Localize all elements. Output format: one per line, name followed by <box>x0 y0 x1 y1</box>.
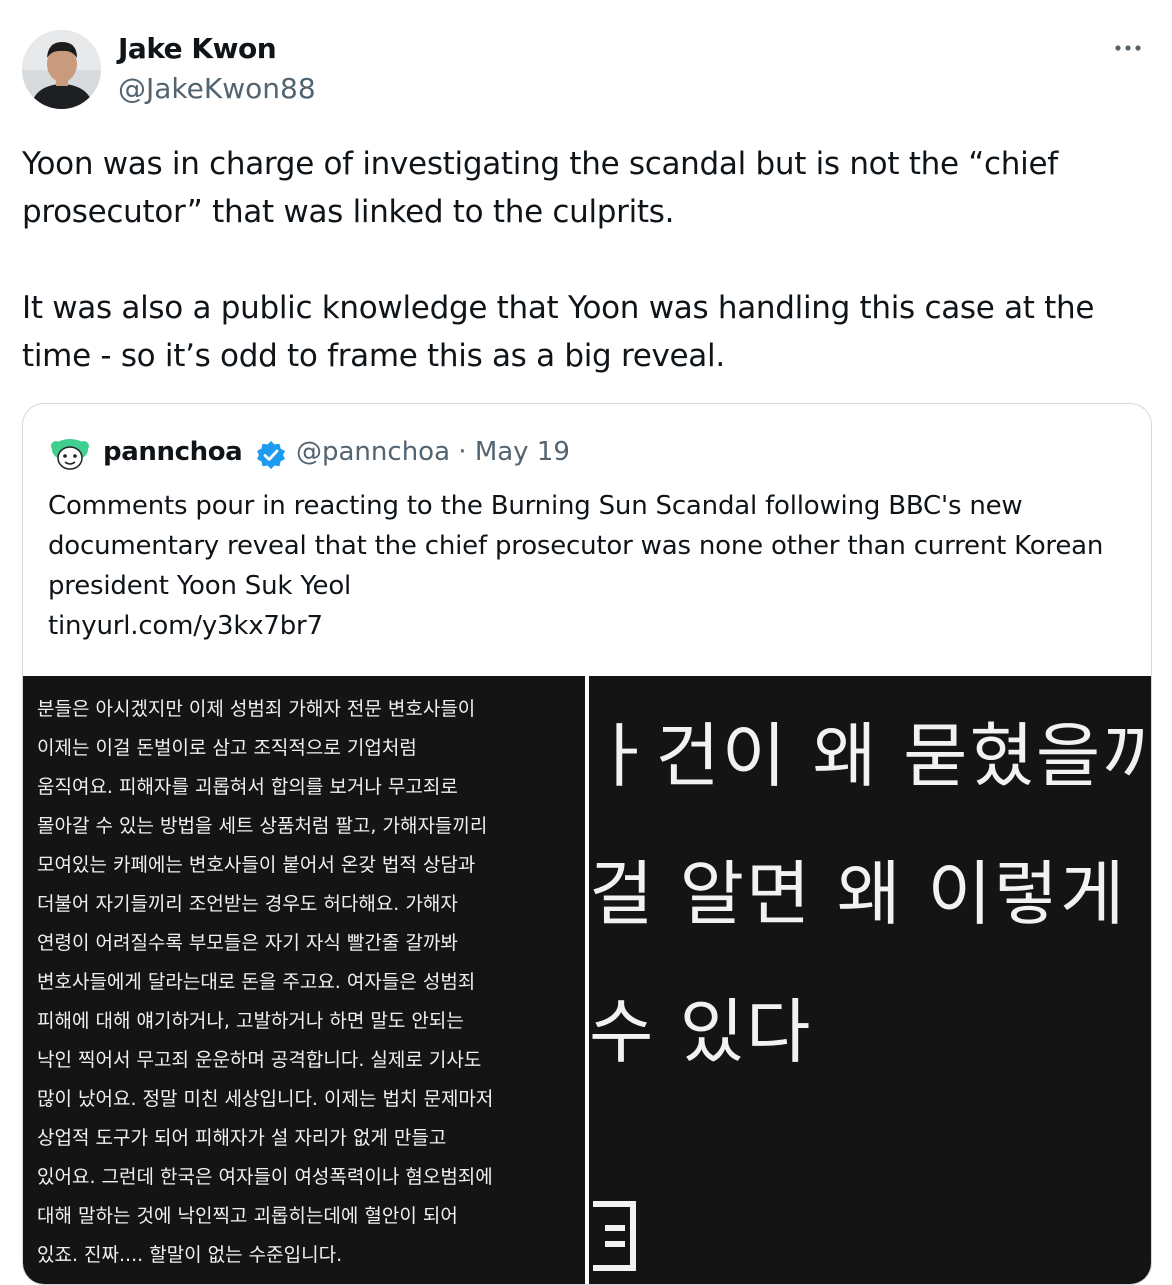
media-left-line: 이제는 이걸 돈벌이로 삼고 조직적으로 기업처럼 <box>37 737 417 759</box>
quoted-text-block: Comments pour in reacting to the Burning… <box>48 486 1128 646</box>
author-avatar[interactable] <box>22 30 101 109</box>
media-left-line: 움직여요. 피해자를 괴롭혀서 합의를 보거나 무고죄로 <box>37 776 458 798</box>
quoted-date[interactable]: May 19 <box>475 437 570 467</box>
media-left-line: 모여있는 카페에는 변호사들이 붙어서 온갖 법적 상담과 <box>37 854 476 876</box>
more-horizontal-icon[interactable] <box>1113 30 1143 67</box>
verified-badge-icon <box>256 440 286 470</box>
media-left-line: 많이 났어요. 정말 미친 세상입니다. 이제는 법치 문제마저 <box>37 1088 494 1110</box>
media-left-line: 몰아갈 수 있는 방법을 세트 상품처럼 팔고, 가해자들끼리 <box>37 815 488 837</box>
quoted-author-handle[interactable]: @pannchoa <box>296 437 450 467</box>
media-left-line: 피해에 대해 얘기하거나, 고발하거나 하면 말도 안되는 <box>37 1010 464 1032</box>
media-right-line: ㅏ건이 왜 묻혔을끼 <box>589 715 1151 797</box>
media-left-line: 연령이 어려질수록 부모들은 자기 자식 빨간줄 갈까봐 <box>37 932 458 954</box>
media-image-right[interactable]: ㅏ건이 왜 묻혔을끼 걸 알면 왜 이렇게 수 있다 <box>589 676 1151 1284</box>
quoted-link[interactable]: tinyurl.com/y3kx7br7 <box>48 606 1128 646</box>
author-name[interactable]: Jake Kwon <box>118 32 277 65</box>
quoted-text: Comments pour in reacting to the Burning… <box>48 491 1104 601</box>
media-left-line: 더불어 자기들끼리 조언받는 경우도 허다해요. 가해자 <box>37 893 458 915</box>
media-right-line: 걸 알면 왜 이렇게 <box>589 853 1127 935</box>
media-left-line: 분들은 아시겠지만 이제 성범죄 가해자 전문 변호사들이 <box>37 698 476 720</box>
media-left-text: 분들은 아시겠지만 이제 성범죄 가해자 전문 변호사들이 이제는 이걸 돈벌이… <box>37 690 577 1275</box>
partial-glyph-icon <box>593 1201 636 1271</box>
person-avatar-image <box>22 30 101 109</box>
quoted-tweet-card[interactable]: pannchoa @pannchoa · May 19 Comments pou… <box>22 403 1152 1285</box>
media-left-line: 대해 말하는 것에 낙인찍고 괴롭히는데에 혈안이 되어 <box>37 1205 458 1227</box>
media-left-line: 변호사들에게 달라는대로 돈을 주고요. 여자들은 성범죄 <box>37 971 476 993</box>
media-left-line: 있어요. 그런데 한국은 여자들이 여성폭력이나 혐오범죄에 <box>37 1166 493 1188</box>
quoted-author-name[interactable]: pannchoa <box>103 437 243 467</box>
media-right-line: 수 있다 <box>589 991 813 1073</box>
tweet-text: Yoon was in charge of investigating the … <box>22 146 1095 374</box>
pannchoa-avatar[interactable] <box>50 438 90 470</box>
media-left-line: 있죠. 진짜.... 할말이 없는 수준입니다. <box>37 1244 343 1266</box>
media-left-line: 상업적 도구가 되어 피해자가 설 자리가 없게 만들고 <box>37 1127 447 1149</box>
media-image-left[interactable]: 분들은 아시겠지만 이제 성범죄 가해자 전문 변호사들이 이제는 이걸 돈벌이… <box>23 676 585 1284</box>
media-left-line: 낙인 찍어서 무고죄 운운하며 공격합니다. 실제로 기사도 <box>37 1049 482 1071</box>
meta-separator: · <box>458 437 467 467</box>
quoted-meta: @pannchoa · May 19 <box>296 437 570 467</box>
author-handle[interactable]: @JakeKwon88 <box>118 72 316 105</box>
pannchoa-logo-icon <box>51 439 89 470</box>
